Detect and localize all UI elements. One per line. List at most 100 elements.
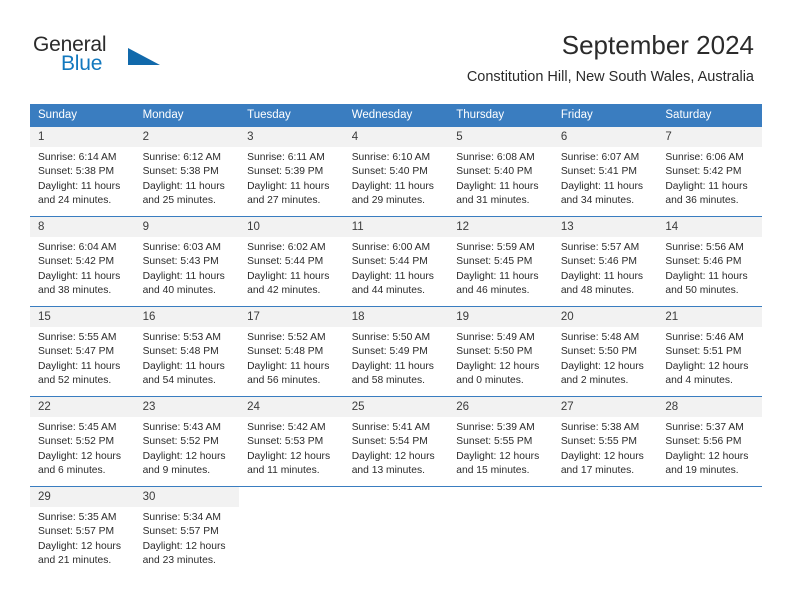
day-cell[interactable]: 5 Sunrise: 6:08 AM Sunset: 5:40 PM Daylight… bbox=[448, 126, 553, 216]
daylight-text-line1: Daylight: 12 hours bbox=[456, 450, 540, 462]
day-cell[interactable]: 3 Sunrise: 6:11 AM Sunset: 5:39 PM Daylight… bbox=[239, 126, 344, 216]
day-number: 10 bbox=[239, 217, 344, 237]
daylight-text-line1: Daylight: 11 hours bbox=[142, 180, 225, 192]
daylight-text-line1: Daylight: 11 hours bbox=[38, 270, 121, 282]
day-cell[interactable]: 19 Sunrise: 5:49 AM Sunset: 5:50 PM Dayligh… bbox=[448, 306, 553, 396]
daylight-text-line1: Daylight: 11 hours bbox=[247, 270, 330, 282]
day-details: Sunrise: 5:35 AM Sunset: 5:57 PM Daylight:… bbox=[30, 507, 135, 569]
daylight-text-line1: Daylight: 11 hours bbox=[560, 180, 644, 192]
sunset-text: Sunset: 5:57 PM bbox=[142, 526, 219, 538]
sunset-text: Sunset: 5:46 PM bbox=[560, 256, 637, 268]
sunset-text: Sunset: 5:48 PM bbox=[142, 346, 219, 358]
daylight-text-line2: and 54 minutes. bbox=[142, 375, 216, 387]
sunrise-text: Sunrise: 5:48 AM bbox=[560, 332, 640, 343]
day-details: Sunrise: 5:37 AM Sunset: 5:56 PM Daylight:… bbox=[657, 417, 762, 479]
day-details: Sunrise: 5:57 AM Sunset: 5:46 PM Daylight:… bbox=[553, 237, 658, 299]
sunrise-text: Sunrise: 6:14 AM bbox=[38, 152, 117, 163]
day-number: 5 bbox=[448, 127, 553, 147]
daylight-text-line1: Daylight: 11 hours bbox=[142, 360, 225, 372]
sunrise-text: Sunrise: 5:42 AM bbox=[247, 422, 326, 433]
day-number bbox=[657, 487, 762, 507]
sunrise-text: Sunrise: 6:02 AM bbox=[247, 242, 326, 253]
day-cell[interactable]: 22 Sunrise: 5:45 AM Sunset: 5:52 PM Dayligh… bbox=[30, 396, 135, 486]
day-cell[interactable]: 4 Sunrise: 6:10 AM Sunset: 5:40 PM Daylight… bbox=[343, 126, 449, 216]
daylight-text-line1: Daylight: 11 hours bbox=[38, 180, 121, 192]
daylight-text-line1: Daylight: 12 hours bbox=[351, 450, 435, 462]
day-number: 11 bbox=[343, 217, 449, 237]
sunset-text: Sunset: 5:50 PM bbox=[560, 346, 637, 358]
day-number: 15 bbox=[30, 307, 135, 327]
day-number: 7 bbox=[657, 127, 762, 147]
daylight-text-line1: Daylight: 12 hours bbox=[665, 360, 749, 372]
calendar-week-row: 22 Sunrise: 5:45 AM Sunset: 5:52 PM Dayligh… bbox=[30, 396, 762, 486]
sunrise-text: Sunrise: 5:39 AM bbox=[456, 422, 535, 433]
day-details: Sunrise: 6:02 AM Sunset: 5:44 PM Daylight:… bbox=[239, 237, 344, 299]
day-cell[interactable]: 29 Sunrise: 5:35 AM Sunset: 5:57 PM Dayligh… bbox=[30, 486, 135, 576]
day-details: Sunrise: 5:56 AM Sunset: 5:46 PM Daylight:… bbox=[657, 237, 762, 299]
day-cell[interactable]: 7 Sunrise: 6:06 AM Sunset: 5:42 PM Daylight… bbox=[657, 126, 762, 216]
sunset-text: Sunset: 5:40 PM bbox=[351, 166, 428, 178]
weekday-header-friday: Friday bbox=[552, 104, 658, 126]
sunrise-text: Sunrise: 6:00 AM bbox=[351, 242, 431, 253]
day-cell[interactable]: 16 Sunrise: 5:53 AM Sunset: 5:48 PM Dayligh… bbox=[134, 306, 240, 396]
daylight-text-line2: and 19 minutes. bbox=[665, 465, 739, 477]
day-cell[interactable]: 28 Sunrise: 5:37 AM Sunset: 5:56 PM Dayligh… bbox=[657, 396, 762, 486]
location-subtitle: Constitution Hill, New South Wales, Aust… bbox=[466, 69, 754, 85]
sunrise-text: Sunrise: 5:59 AM bbox=[456, 242, 535, 253]
daylight-text-line2: and 13 minutes. bbox=[351, 465, 425, 477]
day-cell[interactable]: 12 Sunrise: 5:59 AM Sunset: 5:45 PM Dayligh… bbox=[448, 216, 553, 306]
daylight-text-line2: and 44 minutes. bbox=[351, 285, 425, 297]
day-number: 19 bbox=[448, 307, 553, 327]
day-cell[interactable]: 18 Sunrise: 5:50 AM Sunset: 5:49 PM Dayligh… bbox=[343, 306, 449, 396]
day-cell[interactable]: 10 Sunrise: 6:02 AM Sunset: 5:44 PM Dayligh… bbox=[239, 216, 344, 306]
day-cell[interactable]: 2 Sunrise: 6:12 AM Sunset: 5:38 PM Daylight… bbox=[134, 126, 240, 216]
brand-logo[interactable]: General Blue bbox=[33, 33, 253, 81]
day-number: 25 bbox=[343, 397, 449, 417]
sunset-text: Sunset: 5:38 PM bbox=[38, 166, 115, 178]
day-cell[interactable]: 20 Sunrise: 5:48 AM Sunset: 5:50 PM Dayligh… bbox=[552, 306, 658, 396]
day-cell[interactable]: 26 Sunrise: 5:39 AM Sunset: 5:55 PM Dayligh… bbox=[448, 396, 553, 486]
day-number: 20 bbox=[552, 307, 658, 327]
sunrise-text: Sunrise: 5:50 AM bbox=[351, 332, 431, 343]
day-number: 29 bbox=[30, 487, 135, 507]
day-cell[interactable]: 1 Sunrise: 6:14 AM Sunset: 5:38 PM Daylight… bbox=[30, 126, 135, 216]
day-cell[interactable]: 9 Sunrise: 6:03 AM Sunset: 5:43 PM Daylight… bbox=[134, 216, 240, 306]
sunrise-text: Sunrise: 6:12 AM bbox=[142, 152, 221, 163]
day-cell[interactable]: 6 Sunrise: 6:07 AM Sunset: 5:41 PM Daylight… bbox=[552, 126, 658, 216]
day-cell[interactable]: 11 Sunrise: 6:00 AM Sunset: 5:44 PM Dayligh… bbox=[343, 216, 449, 306]
day-cell[interactable]: 24 Sunrise: 5:42 AM Sunset: 5:53 PM Dayligh… bbox=[239, 396, 344, 486]
day-cell[interactable]: 14 Sunrise: 5:56 AM Sunset: 5:46 PM Dayligh… bbox=[657, 216, 762, 306]
sunrise-text: Sunrise: 5:53 AM bbox=[142, 332, 221, 343]
sunrise-text: Sunrise: 5:56 AM bbox=[665, 242, 744, 253]
day-cell[interactable]: 13 Sunrise: 5:57 AM Sunset: 5:46 PM Dayligh… bbox=[552, 216, 658, 306]
weekday-header-tuesday: Tuesday bbox=[239, 104, 344, 126]
day-cell[interactable]: 8 Sunrise: 6:04 AM Sunset: 5:42 PM Daylight… bbox=[30, 216, 135, 306]
day-number: 17 bbox=[239, 307, 344, 327]
day-cell[interactable]: 15 Sunrise: 5:55 AM Sunset: 5:47 PM Dayligh… bbox=[30, 306, 135, 396]
sunset-text: Sunset: 5:44 PM bbox=[247, 256, 324, 268]
daylight-text-line1: Daylight: 12 hours bbox=[38, 450, 121, 462]
day-details: Sunrise: 5:55 AM Sunset: 5:47 PM Daylight:… bbox=[30, 327, 135, 389]
sunrise-text: Sunrise: 5:45 AM bbox=[38, 422, 117, 433]
day-number: 6 bbox=[552, 127, 658, 147]
sunrise-text: Sunrise: 6:10 AM bbox=[351, 152, 431, 163]
calendar-week-row: 8 Sunrise: 6:04 AM Sunset: 5:42 PM Daylight… bbox=[30, 216, 762, 306]
daylight-text-line1: Daylight: 12 hours bbox=[247, 450, 331, 462]
day-number: 8 bbox=[30, 217, 135, 237]
sunrise-text: Sunrise: 5:38 AM bbox=[560, 422, 640, 433]
day-number bbox=[239, 487, 344, 507]
day-cell[interactable]: 21 Sunrise: 5:46 AM Sunset: 5:51 PM Dayligh… bbox=[657, 306, 762, 396]
sunrise-text: Sunrise: 6:07 AM bbox=[560, 152, 640, 163]
day-number: 14 bbox=[657, 217, 762, 237]
day-details: Sunrise: 6:14 AM Sunset: 5:38 PM Daylight:… bbox=[30, 147, 135, 209]
calendar-body: 1 Sunrise: 6:14 AM Sunset: 5:38 PM Daylight… bbox=[30, 126, 762, 576]
day-details: Sunrise: 6:03 AM Sunset: 5:43 PM Daylight:… bbox=[135, 237, 240, 299]
day-cell[interactable]: 30 Sunrise: 5:34 AM Sunset: 5:57 PM Dayligh… bbox=[134, 486, 240, 576]
day-number: 3 bbox=[239, 127, 344, 147]
day-cell[interactable]: 23 Sunrise: 5:43 AM Sunset: 5:52 PM Dayligh… bbox=[134, 396, 240, 486]
day-cell[interactable]: 25 Sunrise: 5:41 AM Sunset: 5:54 PM Dayligh… bbox=[343, 396, 449, 486]
sunset-text: Sunset: 5:48 PM bbox=[247, 346, 324, 358]
day-number: 26 bbox=[448, 397, 553, 417]
day-cell[interactable]: 27 Sunrise: 5:38 AM Sunset: 5:55 PM Dayligh… bbox=[552, 396, 658, 486]
day-cell[interactable]: 17 Sunrise: 5:52 AM Sunset: 5:48 PM Dayligh… bbox=[239, 306, 344, 396]
